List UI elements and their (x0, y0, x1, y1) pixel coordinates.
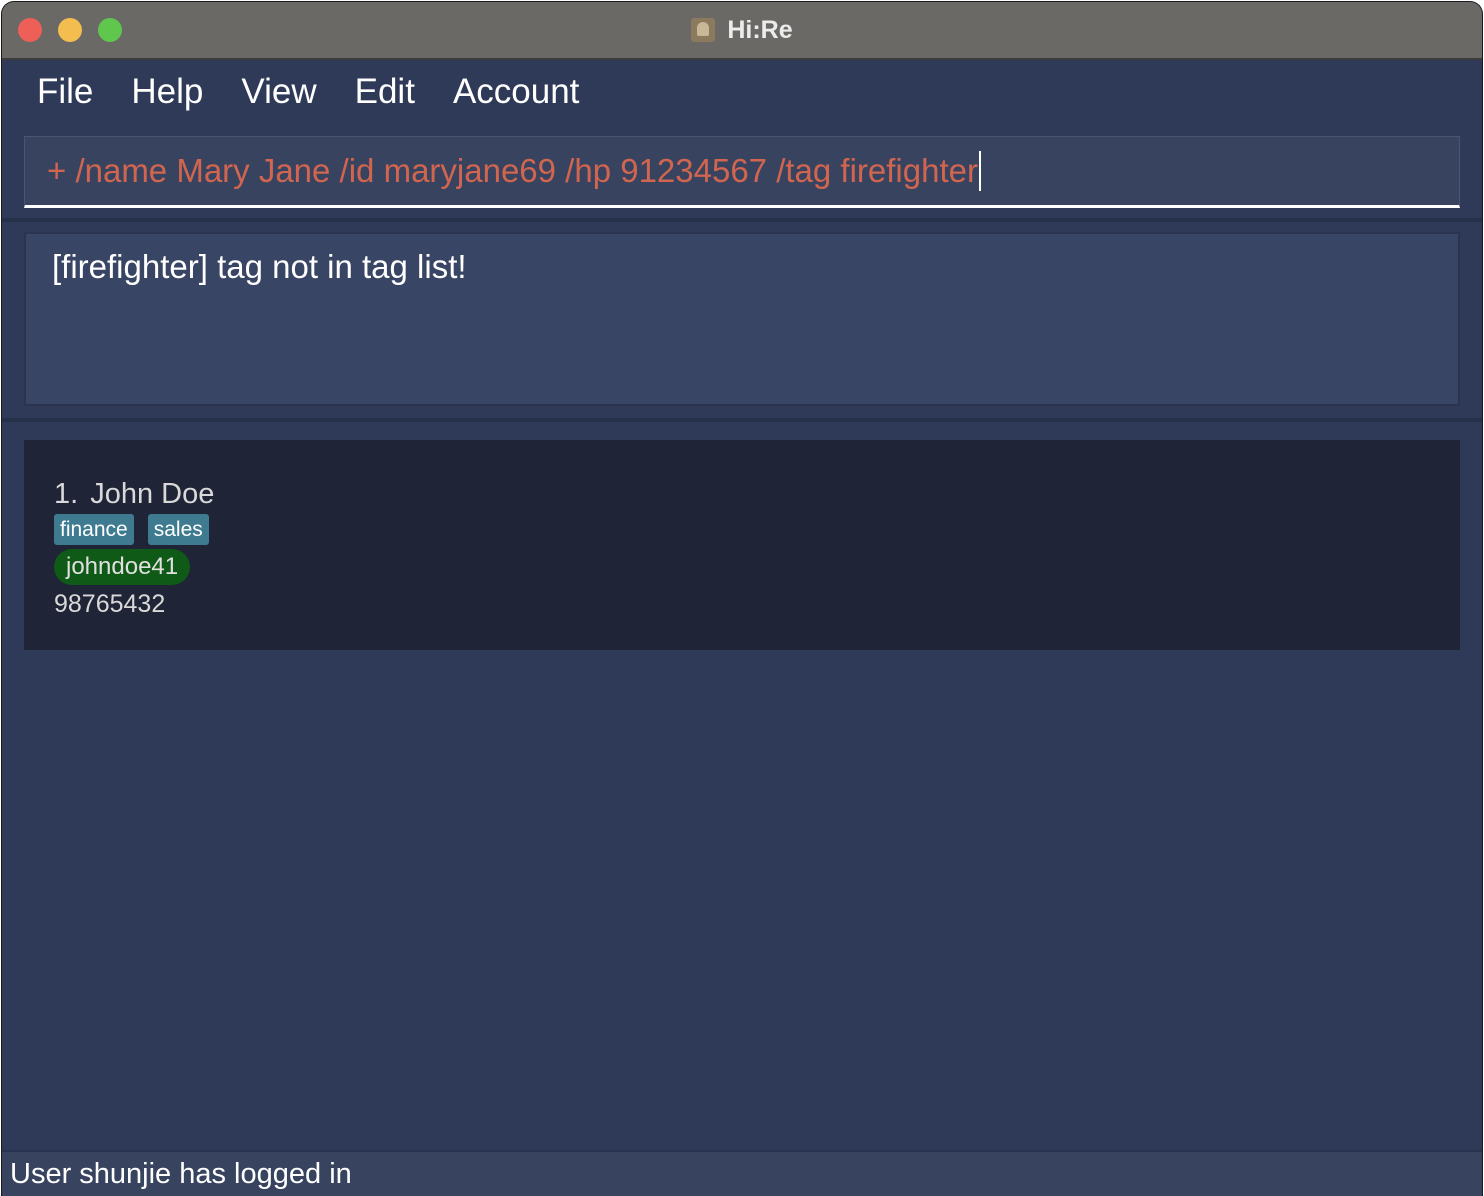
tag-finance: finance (54, 514, 134, 545)
person-phone: 98765432 (54, 590, 166, 618)
command-input[interactable]: + /name Mary Jane /id maryjane69 /hp 912… (24, 136, 1460, 208)
window-title-group: Hi:Re (2, 2, 1482, 58)
result-display[interactable]: [firefighter] tag not in tag list! (24, 232, 1460, 406)
menu-file[interactable]: File (37, 72, 93, 112)
command-input-value: + /name Mary Jane /id maryjane69 /hp 912… (47, 152, 978, 189)
result-message: [firefighter] tag not in tag list! (52, 248, 467, 285)
menu-help[interactable]: Help (131, 72, 203, 112)
menu-edit[interactable]: Edit (355, 72, 415, 112)
person-card-title: 1. John Doe (54, 476, 1460, 512)
menu-bar: File Help View Edit Account (2, 60, 1482, 124)
status-message: User shunjie has logged in (10, 1157, 352, 1190)
menu-account[interactable]: Account (453, 72, 579, 112)
title-bar[interactable]: Hi:Re (2, 2, 1482, 60)
menu-view[interactable]: View (241, 72, 316, 112)
person-user-id-badge: johndoe41 (54, 549, 191, 585)
person-card[interactable]: 1. John Doe finance sales johndoe41 98765… (24, 440, 1460, 650)
person-name: John Doe (90, 478, 215, 510)
command-area: + /name Mary Jane /id maryjane69 /hp 912… (2, 124, 1482, 222)
text-caret (978, 151, 981, 191)
address-book-icon (691, 18, 716, 42)
status-bar: User shunjie has logged in (2, 1150, 1482, 1196)
app-window: Hi:Re File Help View Edit Account + /nam… (2, 2, 1482, 1196)
result-area: [firefighter] tag not in tag list! (2, 222, 1482, 422)
tag-sales: sales (147, 514, 209, 545)
person-list[interactable]: 1. John Doe finance sales johndoe41 98765… (2, 422, 1482, 1150)
person-tags: finance sales (54, 514, 1460, 545)
window-title: Hi:Re (727, 15, 793, 44)
person-index: 1. (54, 478, 79, 510)
